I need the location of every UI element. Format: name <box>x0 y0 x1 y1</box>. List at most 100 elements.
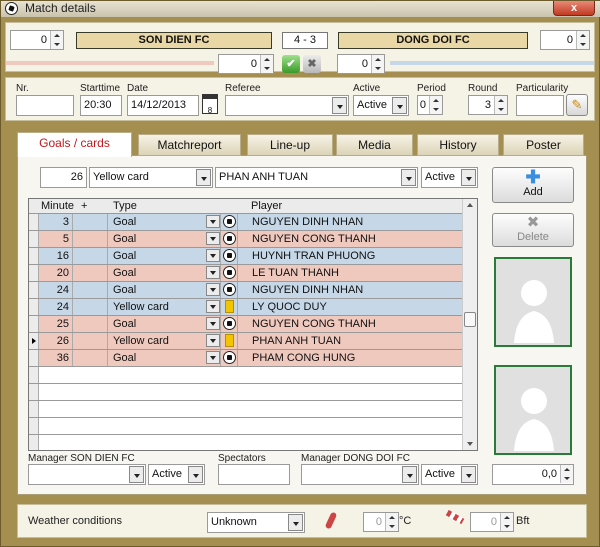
table-row[interactable]: 26 Yellow card PHAN ANH TUAN <box>29 333 463 350</box>
spin-icon[interactable] <box>500 513 513 531</box>
round-stepper[interactable]: 3 <box>468 95 508 115</box>
chevron-down-icon[interactable] <box>188 466 203 483</box>
chevron-down-icon[interactable] <box>332 97 347 114</box>
add-button[interactable]: ✚ Add <box>492 167 574 203</box>
spin-icon[interactable] <box>260 55 273 73</box>
table-row[interactable]: 24 Goal NGUYEN DINH NHAN <box>29 282 463 299</box>
table-row[interactable]: 25 Goal NGUYEN CONG THANH <box>29 316 463 333</box>
sort-plus-icon[interactable]: + <box>81 199 87 214</box>
scroll-up-arrow-icon[interactable] <box>467 203 473 207</box>
temperature-stepper[interactable]: 0 <box>363 512 399 532</box>
manager-away-status-select[interactable]: Active <box>421 464 478 485</box>
grid-scrollbar[interactable] <box>462 199 477 450</box>
events-grid[interactable]: Minute + Type Player 3 Goal NGUYEN DINH NH… <box>28 198 478 451</box>
table-row[interactable]: 5 Goal NGUYEN CONG THANH <box>29 231 463 248</box>
chevron-down-icon[interactable] <box>402 466 417 483</box>
chevron-down-icon[interactable] <box>392 97 407 114</box>
type-cell-text: Yellow card <box>113 335 169 347</box>
period-stepper[interactable]: 0 <box>417 95 443 115</box>
table-row[interactable]: 20 Goal LE TUAN THANH <box>29 265 463 282</box>
confirm-check-icon[interactable]: ✔ <box>282 55 300 73</box>
starttime-input[interactable]: 20:30 <box>80 95 122 116</box>
tab-poster[interactable]: Poster <box>503 134 584 156</box>
chevron-down-icon[interactable] <box>206 334 220 347</box>
type-cell[interactable]: Goal <box>108 282 221 298</box>
spin-icon[interactable] <box>50 31 63 49</box>
cancel-x-icon[interactable]: ✖ <box>303 55 321 73</box>
away-right-stepper[interactable]: 0 <box>540 30 590 50</box>
chevron-down-icon[interactable] <box>461 169 476 186</box>
ball-icon <box>221 265 238 281</box>
table-row[interactable]: 16 Goal HUYNH TRAN PHUONG <box>29 248 463 265</box>
rating-stepper[interactable]: 0,0 <box>492 464 574 485</box>
spin-icon[interactable] <box>494 96 507 114</box>
player-select[interactable]: PHAN ANH TUAN <box>215 167 418 188</box>
manager-away-select[interactable] <box>301 464 419 485</box>
away-sub-stepper[interactable]: 0 <box>337 54 385 74</box>
edit-pencil-icon[interactable]: ✎ <box>566 94 588 116</box>
tab-media[interactable]: Media <box>336 134 413 156</box>
chevron-down-icon[interactable] <box>461 466 476 483</box>
minute-column-header[interactable]: Minute <box>41 199 74 214</box>
spin-icon[interactable] <box>560 465 573 483</box>
chevron-down-icon[interactable] <box>129 466 144 483</box>
chevron-down-icon[interactable] <box>206 300 220 313</box>
row-indicator <box>29 231 39 247</box>
spin-icon[interactable] <box>576 31 589 49</box>
soccer-ball-icon <box>5 2 18 15</box>
chevron-down-icon[interactable] <box>206 317 220 330</box>
weather-select[interactable]: Unknown <box>207 512 305 533</box>
chevron-down-icon[interactable] <box>206 351 220 364</box>
particularity-input[interactable] <box>516 95 564 116</box>
minute-cell: 24 <box>39 299 73 315</box>
spin-icon[interactable] <box>371 55 384 73</box>
active-select[interactable]: Active <box>353 95 409 116</box>
type-cell[interactable]: Yellow card <box>108 299 221 315</box>
type-cell[interactable]: Goal <box>108 350 221 366</box>
type-cell[interactable]: Goal <box>108 316 221 332</box>
chevron-down-icon[interactable] <box>196 169 211 186</box>
scroll-down-arrow-icon[interactable] <box>467 442 473 446</box>
chevron-down-icon[interactable] <box>206 215 220 228</box>
chevron-down-icon[interactable] <box>288 514 303 531</box>
chevron-down-icon[interactable] <box>206 249 220 262</box>
calendar-icon[interactable]: 8 <box>202 94 218 115</box>
nr-input[interactable] <box>16 95 74 116</box>
plus-cell <box>73 231 108 247</box>
tab-history[interactable]: History <box>417 134 499 156</box>
status-select[interactable]: Active <box>421 167 478 188</box>
player-column-header[interactable]: Player <box>251 199 282 214</box>
spin-icon[interactable] <box>385 513 398 531</box>
spin-icon[interactable] <box>429 96 442 114</box>
home-sub-stepper[interactable]: 0 <box>218 54 274 74</box>
type-column-header[interactable]: Type <box>113 199 137 214</box>
tab-line-up[interactable]: Line-up <box>247 134 333 156</box>
chevron-down-icon[interactable] <box>401 169 416 186</box>
type-cell[interactable]: Goal <box>108 231 221 247</box>
table-row[interactable]: 36 Goal PHAM CONG HUNG <box>29 350 463 367</box>
referee-select[interactable] <box>225 95 349 116</box>
table-row[interactable]: 24 Yellow card LY QUOC DUY <box>29 299 463 316</box>
chevron-down-icon[interactable] <box>206 232 220 245</box>
tab-goals-cards[interactable]: Goals / cards <box>17 132 132 157</box>
date-input[interactable]: 14/12/2013 <box>127 95 199 116</box>
spectators-input[interactable] <box>218 464 290 485</box>
chevron-down-icon[interactable] <box>206 283 220 296</box>
type-cell[interactable]: Goal <box>108 265 221 281</box>
manager-home-select[interactable] <box>28 464 146 485</box>
type-select[interactable]: Yellow card <box>89 167 213 188</box>
type-cell[interactable]: Yellow card <box>108 333 221 349</box>
home-left-stepper[interactable]: 0 <box>10 30 64 50</box>
scroll-thumb[interactable] <box>464 312 476 327</box>
chevron-down-icon[interactable] <box>206 266 220 279</box>
wind-stepper[interactable]: 0 <box>470 512 514 532</box>
close-button[interactable]: x <box>553 1 595 16</box>
table-row[interactable]: 3 Goal NGUYEN DINH NHAN <box>29 214 463 231</box>
home-team-name: SON DIEN FC <box>76 32 272 49</box>
type-cell[interactable]: Goal <box>108 248 221 264</box>
type-cell[interactable]: Goal <box>108 214 221 230</box>
tab-matchreport[interactable]: Matchreport <box>138 134 241 156</box>
manager-home-status-select[interactable]: Active <box>148 464 205 485</box>
minute-input[interactable]: 26 <box>40 167 87 188</box>
delete-button[interactable]: ✖ Delete <box>492 213 574 247</box>
